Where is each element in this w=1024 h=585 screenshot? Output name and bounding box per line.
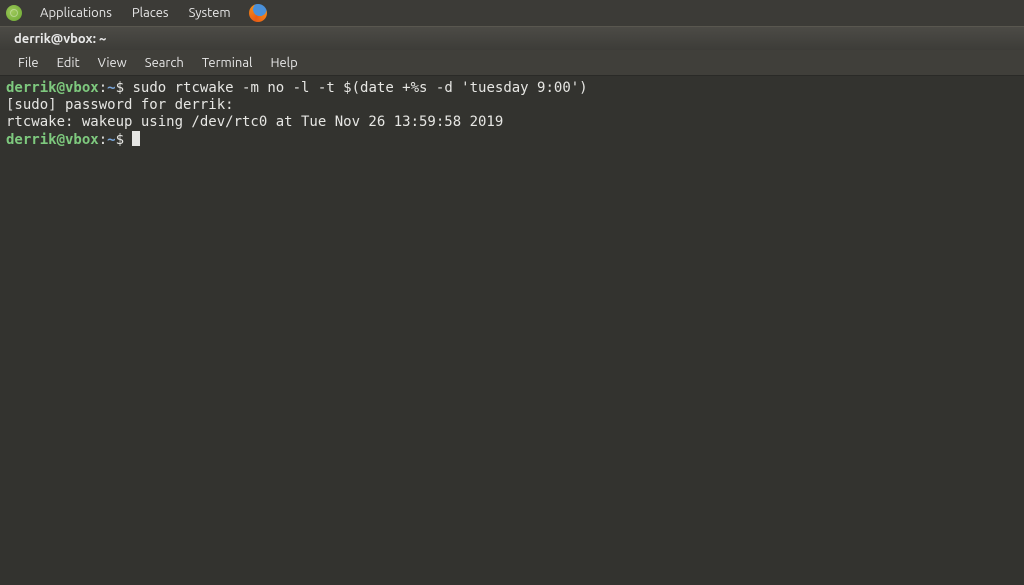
panel-menu-system[interactable]: System [181, 3, 239, 23]
terminal-line-2: [sudo] password for derrik: [6, 97, 234, 113]
prompt-symbol: $ [116, 80, 124, 96]
menu-file[interactable]: File [10, 53, 47, 73]
terminal-menu-bar: File Edit View Search Terminal Help [0, 50, 1024, 76]
firefox-icon[interactable] [249, 4, 267, 22]
prompt-path: ~ [107, 80, 115, 96]
window-titlebar[interactable]: derrik@vbox: ~ [0, 26, 1024, 50]
terminal-line-1: sudo rtcwake -m no -l -t $(date +%s -d '… [124, 80, 588, 96]
prompt-colon: : [99, 132, 107, 148]
prompt-symbol: $ [116, 132, 124, 148]
top-panel: Applications Places System [0, 0, 1024, 26]
distro-logo-icon[interactable] [6, 5, 22, 21]
terminal-output[interactable]: derrik@vbox:~$ sudo rtcwake -m no -l -t … [0, 76, 1024, 585]
prompt-user: derrik@vbox [6, 132, 99, 148]
terminal-line-3: rtcwake: wakeup using /dev/rtc0 at Tue N… [6, 114, 503, 130]
cursor-icon [132, 131, 140, 146]
menu-view[interactable]: View [90, 53, 135, 73]
window-title: derrik@vbox: ~ [14, 32, 106, 46]
menu-terminal[interactable]: Terminal [194, 53, 261, 73]
prompt-user: derrik@vbox [6, 80, 99, 96]
prompt-colon: : [99, 80, 107, 96]
menu-help[interactable]: Help [262, 53, 305, 73]
menu-search[interactable]: Search [137, 53, 192, 73]
panel-menu-applications[interactable]: Applications [32, 3, 120, 23]
menu-edit[interactable]: Edit [49, 53, 88, 73]
panel-menu-places[interactable]: Places [124, 3, 177, 23]
prompt-path: ~ [107, 132, 115, 148]
